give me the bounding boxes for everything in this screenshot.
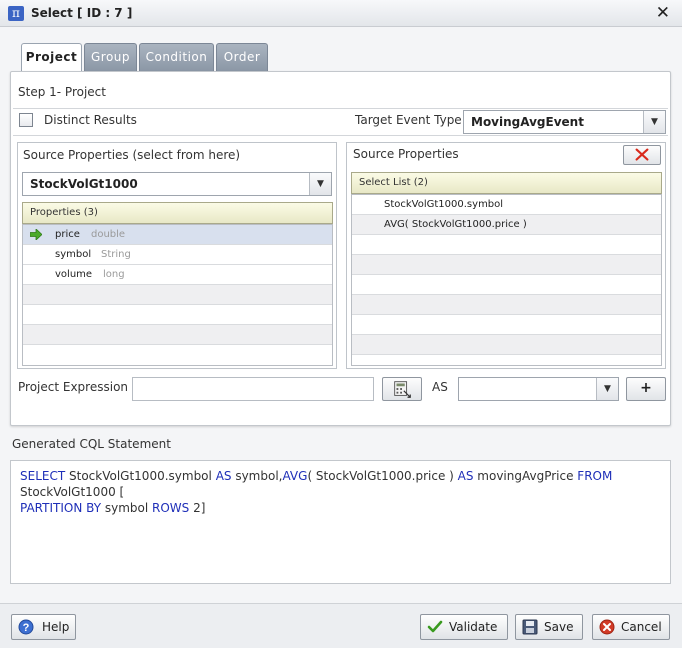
divider [13, 135, 668, 136]
property-row-volume[interactable]: volume long [23, 265, 332, 285]
cql-title: Generated CQL Statement [12, 437, 171, 451]
tab-group[interactable]: Group [84, 43, 137, 71]
property-type: String [101, 249, 131, 260]
table-row [23, 305, 332, 325]
property-name: price [55, 229, 80, 240]
cancel-label: Cancel [621, 620, 662, 634]
chevron-down-icon[interactable]: ▼ [643, 111, 665, 133]
cql-keyword: PARTITION BY [20, 501, 102, 515]
red-x-icon [635, 148, 649, 161]
add-expression-button[interactable]: + [626, 377, 666, 401]
cql-keyword: ROWS [152, 501, 190, 515]
table-row [352, 355, 661, 375]
table-row [352, 255, 661, 275]
tab-condition[interactable]: Condition [139, 43, 214, 71]
cql-keyword: AVG [282, 469, 308, 483]
help-button[interactable]: ? Help [11, 614, 76, 640]
properties-grid-header: Properties (3) [22, 202, 333, 224]
calculator-icon [394, 381, 411, 398]
expression-builder-button[interactable] [382, 377, 422, 401]
cql-text: symbol [101, 501, 152, 515]
source-properties-right: Source Properties Select List (2) StockV… [346, 142, 666, 369]
floppy-disk-icon [522, 619, 538, 635]
property-name: symbol [55, 249, 92, 260]
help-label: Help [42, 620, 70, 634]
as-label: AS [432, 380, 448, 394]
select-list-row[interactable]: StockVolGt1000.symbol [352, 195, 661, 215]
source-properties-right-title: Source Properties [353, 147, 459, 161]
cql-statement: SELECT StockVolGt1000.symbol AS symbol,A… [10, 460, 671, 584]
svg-text:?: ? [23, 622, 30, 634]
tab-order[interactable]: Order [216, 43, 268, 71]
cql-text: 2] [189, 501, 206, 515]
validate-label: Validate [449, 620, 498, 634]
arrow-right-icon [30, 229, 42, 240]
cql-keyword: AS [457, 469, 474, 483]
distinct-results-checkbox[interactable] [19, 113, 33, 127]
table-row [23, 285, 332, 305]
property-row-price[interactable]: price double [23, 225, 332, 245]
table-row [352, 335, 661, 355]
tab-project[interactable]: Project [21, 43, 82, 73]
cql-text: symbol, [231, 469, 283, 483]
cql-keyword: AS [215, 469, 232, 483]
property-type: double [91, 229, 126, 240]
source-properties-left-title: Source Properties (select from here) [23, 148, 241, 162]
table-row [352, 275, 661, 295]
window-title: Select [ ID : 7 ] [31, 6, 133, 20]
divider [13, 108, 668, 109]
source-properties-left: Source Properties (select from here) Sto… [17, 142, 337, 369]
cql-text: StockVolGt1000 [ [20, 485, 125, 499]
chevron-down-icon[interactable]: ▼ [309, 173, 331, 195]
source-select[interactable]: StockVolGt1000 ▼ [22, 172, 332, 196]
table-row [23, 345, 332, 365]
select-list-header: Select List (2) [351, 172, 662, 194]
footer-bar: ? Help Validate Save Cancel [0, 603, 682, 648]
project-expression-input[interactable] [132, 377, 374, 401]
cancel-icon [599, 619, 615, 635]
table-row [352, 235, 661, 255]
target-event-type-label: Target Event Type [355, 113, 462, 127]
table-row [352, 315, 661, 335]
cql-line: SELECT StockVolGt1000.symbol AS symbol,A… [20, 468, 661, 500]
table-row [352, 295, 661, 315]
cancel-button[interactable]: Cancel [592, 614, 670, 640]
cql-keyword: FROM [577, 469, 613, 483]
cql-text: ( StockVolGt1000.price ) [307, 469, 458, 483]
close-icon[interactable]: ✕ [656, 3, 670, 23]
source-select-value: StockVolGt1000 [30, 177, 138, 191]
cql-line: PARTITION BY symbol ROWS 2] [20, 500, 661, 516]
step-title: Step 1- Project [18, 85, 106, 99]
chevron-down-icon[interactable]: ▼ [596, 378, 618, 400]
properties-grid: price double symbol String volume long [22, 224, 333, 366]
save-button[interactable]: Save [515, 614, 583, 640]
property-row-symbol[interactable]: symbol String [23, 245, 332, 265]
save-label: Save [544, 620, 574, 634]
select-list-item: AVG( StockVolGt1000.price ) [384, 219, 527, 230]
help-icon: ? [18, 619, 34, 635]
property-type: long [103, 269, 125, 280]
table-row [23, 325, 332, 345]
target-event-type-select[interactable]: MovingAvgEvent ▼ [463, 110, 666, 134]
pi-app-icon: π [8, 6, 24, 21]
remove-button[interactable] [623, 145, 661, 165]
project-expression-label: Project Expression [18, 380, 129, 394]
distinct-results-label: Distinct Results [44, 113, 137, 127]
cql-keyword: SELECT [20, 469, 66, 483]
select-list-item: StockVolGt1000.symbol [384, 199, 504, 210]
cql-text: movingAvgPrice [473, 469, 578, 483]
validate-button[interactable]: Validate [420, 614, 508, 640]
project-panel: Step 1- Project Distinct Results Target … [10, 71, 671, 426]
property-name: volume [55, 269, 93, 280]
cql-text: StockVolGt1000.symbol [65, 469, 216, 483]
select-list-row[interactable]: AVG( StockVolGt1000.price ) [352, 215, 661, 235]
select-list-grid: StockVolGt1000.symbol AVG( StockVolGt100… [351, 194, 662, 366]
title-bar: π Select [ ID : 7 ] ✕ [0, 0, 682, 27]
alias-select[interactable]: ▼ [458, 377, 619, 401]
checkmark-icon [427, 620, 443, 633]
target-event-type-value: MovingAvgEvent [471, 115, 584, 129]
